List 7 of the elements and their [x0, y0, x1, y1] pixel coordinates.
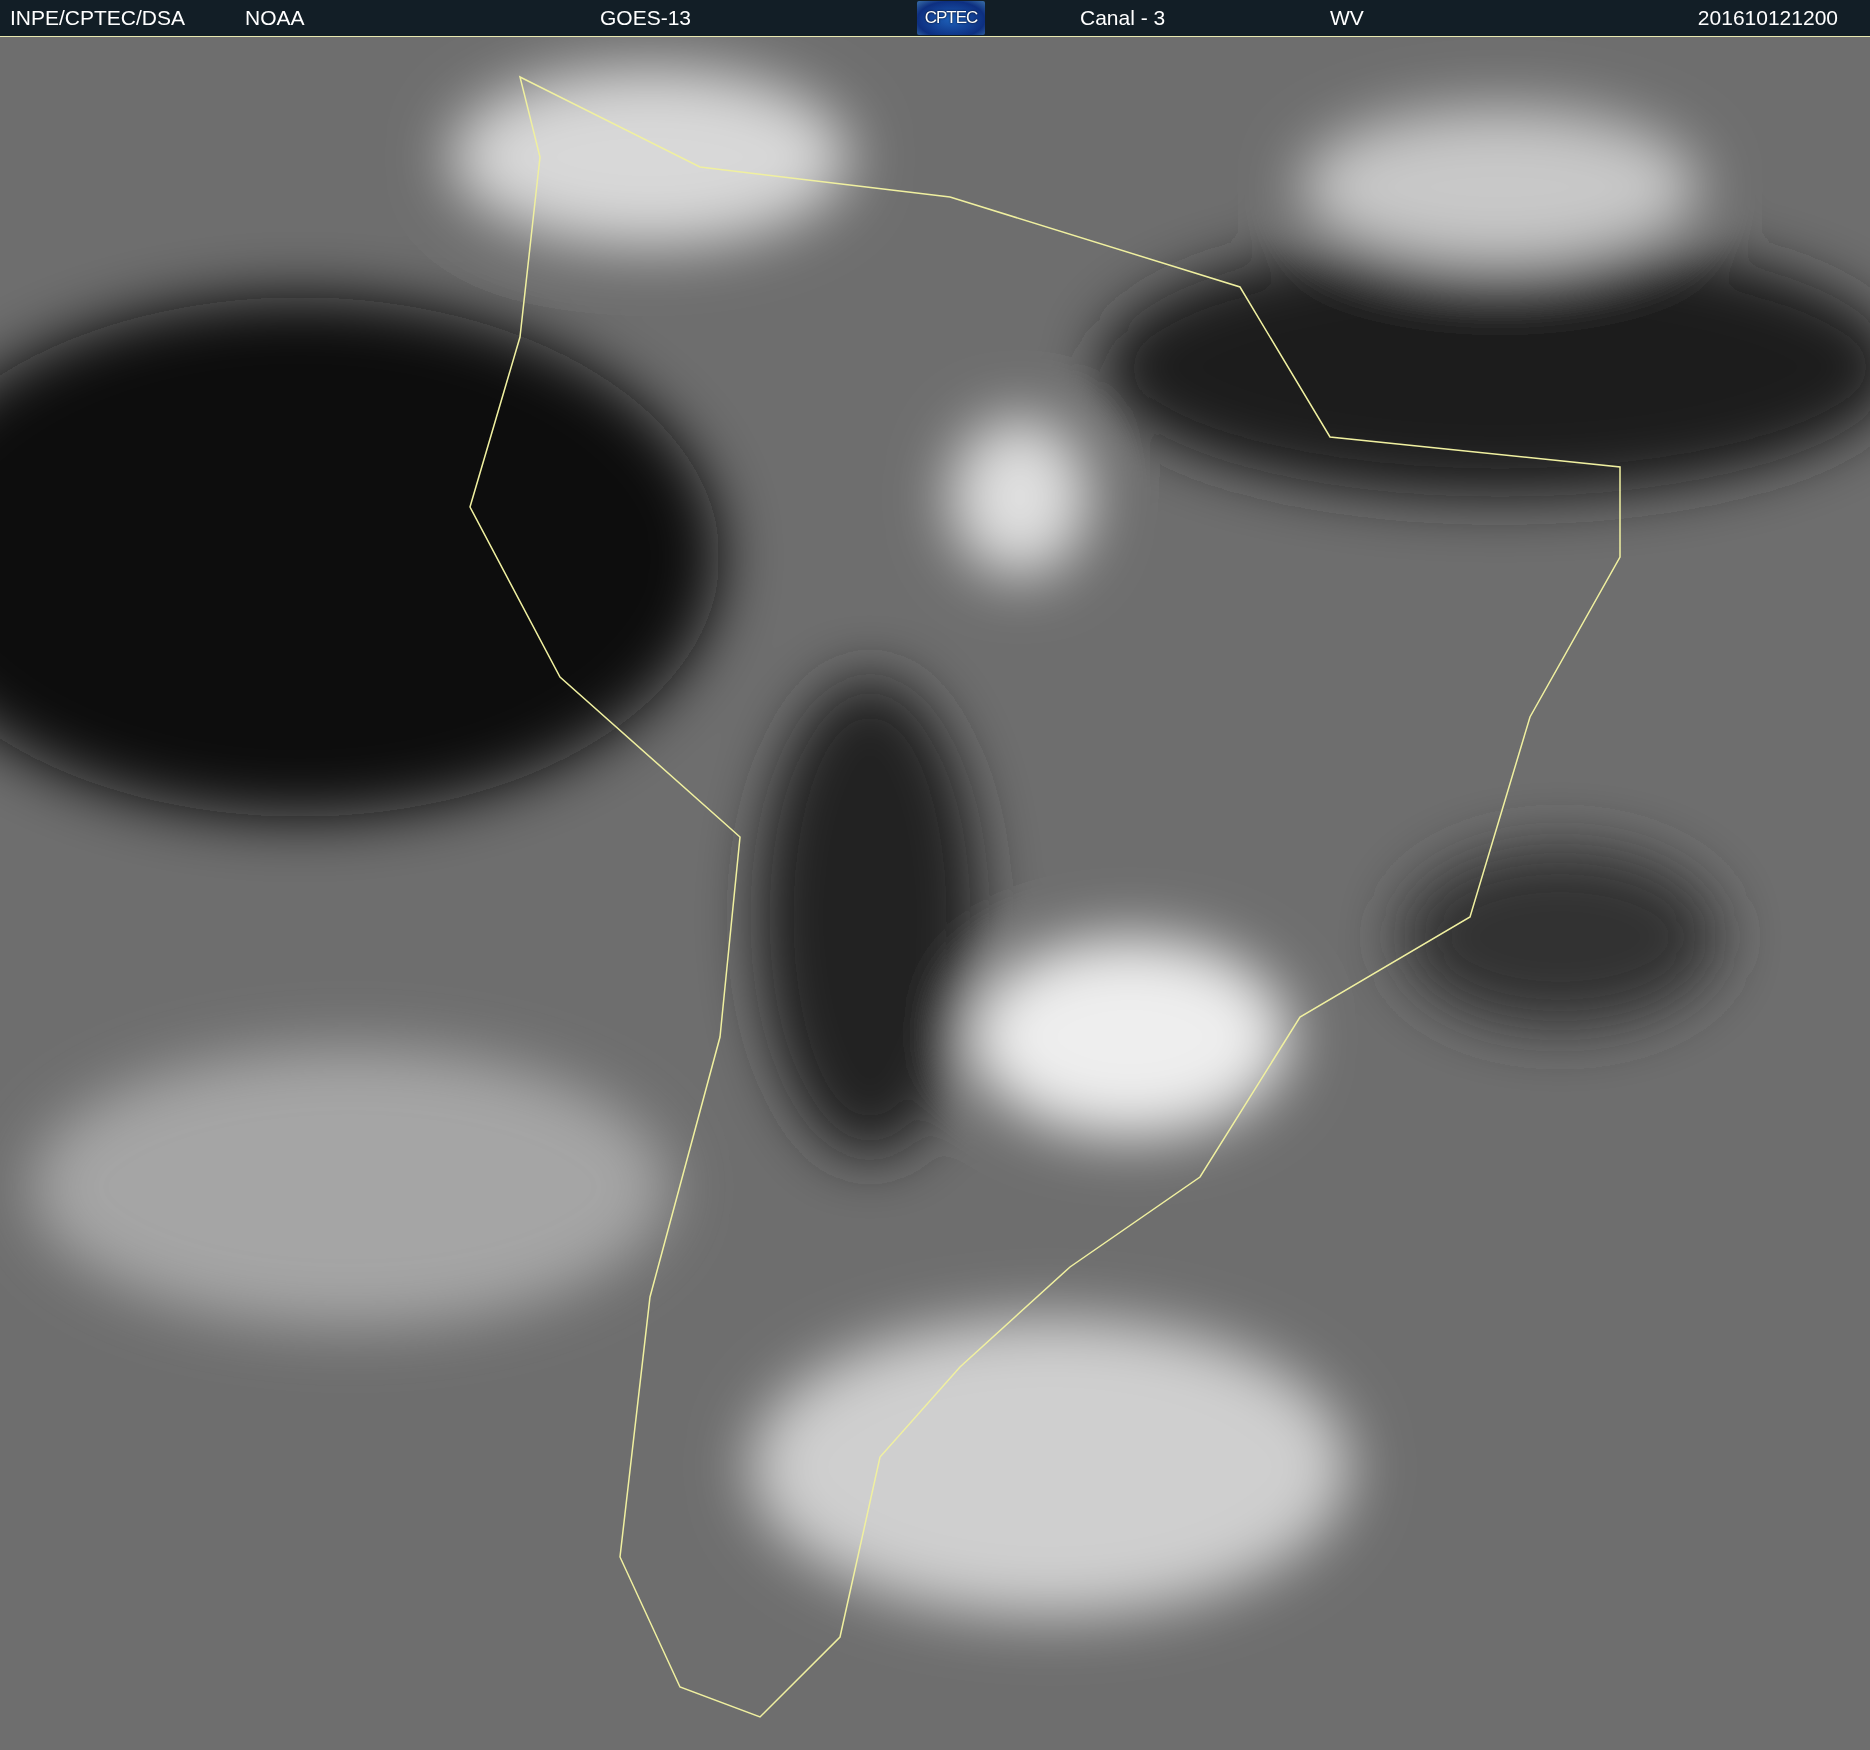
header-label: INPE/CPTEC/DSA — [10, 6, 186, 30]
header-label: NOAA — [245, 6, 305, 30]
header-label: GOES-13 — [600, 6, 692, 30]
logo: CPTEC — [917, 1, 985, 35]
header-label: Canal - 3 — [1080, 6, 1166, 30]
header-label: WV — [1330, 6, 1364, 30]
timestamp: 201610121200 — [1697, 6, 1838, 30]
